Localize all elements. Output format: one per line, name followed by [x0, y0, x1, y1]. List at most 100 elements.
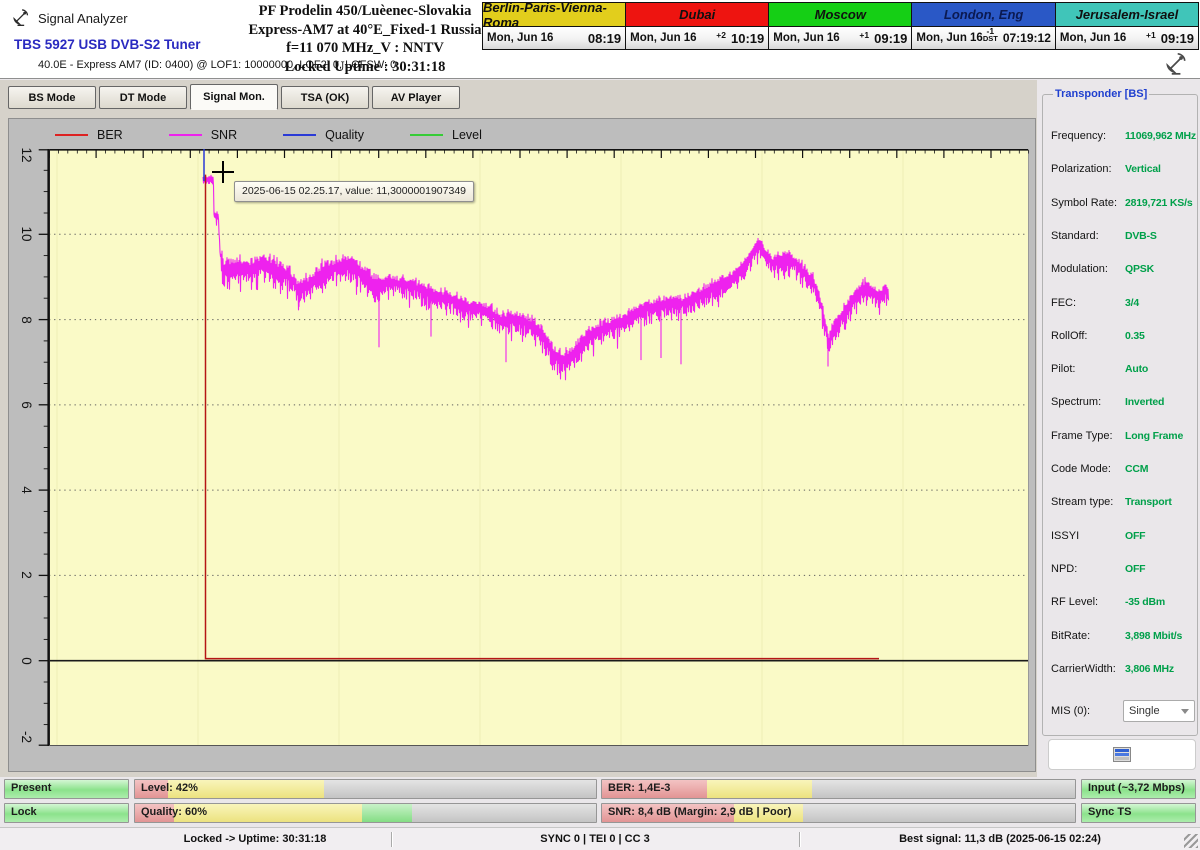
transponder-label: Frequency: — [1051, 130, 1106, 142]
header-line-3: f=11 070 MHz_V : NNTV — [248, 39, 482, 58]
world-clocks: Berlin-Paris-Vienna-RomaMon, Jun 1608:19… — [482, 2, 1199, 50]
transponder-row-frame-type: Frame Type: Long Frame — [1051, 427, 1191, 447]
transponder-label: NPD: — [1051, 563, 1077, 575]
clock-time: Mon, Jun 1608:19 — [483, 27, 625, 49]
header-line-2: Express-AM7 at 40°E_Fixed-1 Russia — [248, 21, 482, 40]
transponder-label: BitRate: — [1051, 630, 1090, 642]
transponder-row-carrierwidth: CarrierWidth:3,806 MHz — [1051, 660, 1191, 680]
mis-row: MIS (0): Single — [1051, 700, 1191, 722]
clock-city-label: Moscow — [769, 3, 911, 27]
mode-tabs: BS ModeDT ModeSignal Mon.TSA (OK)AV Play… — [8, 86, 460, 110]
transponder-row-npd: NPD: OFF — [1051, 560, 1191, 580]
y-axis-tick-label: 12 — [19, 145, 35, 165]
satellite-dish-icon — [1162, 50, 1188, 76]
chevron-down-icon — [1181, 709, 1189, 714]
signal-plot[interactable]: 2025-06-15 02.25.17, value: 11,300000190… — [49, 149, 1029, 746]
bar-quality-label: Quality: 60% — [141, 806, 207, 818]
transponder-panel: Transponder [BS] Frequency:11069,962 MHz… — [1042, 82, 1198, 777]
flag-present: Present — [4, 779, 129, 799]
transponder-label: Modulation: — [1051, 263, 1108, 275]
tab-dt-mode[interactable]: DT Mode — [99, 86, 187, 109]
bar-segment-green — [362, 804, 412, 822]
flag-present-label: Present — [11, 782, 51, 794]
tab-av-player[interactable]: AV Player — [372, 86, 460, 109]
transponder-label: Polarization: — [1051, 163, 1112, 175]
transponder-label: CarrierWidth: — [1051, 663, 1116, 675]
transponder-value: OFF — [1125, 563, 1145, 575]
chart-tooltip: 2025-06-15 02.25.17, value: 11,300000190… — [234, 181, 474, 202]
status-bar: Locked -> Uptime: 30:31:18 SYNC 0 | TEI … — [0, 827, 1200, 850]
transponder-value: Vertical — [1125, 163, 1161, 175]
clock-time: Mon, Jun 16+210:19 — [626, 27, 768, 49]
transponder-row-rf-level: RF Level: -35 dBm — [1051, 593, 1191, 613]
satellite-dish-icon — [10, 7, 30, 27]
flag-sync-ts-label: Sync TS — [1088, 806, 1131, 818]
crosshair-icon — [222, 161, 224, 183]
mis-select[interactable]: Single — [1123, 700, 1195, 722]
transponder-row-symbol-rate: Symbol Rate:2819,721 KS/s — [1051, 194, 1191, 214]
tab-bs-mode[interactable]: BS Mode — [8, 86, 96, 109]
clock-berlin-paris-vienna-roma: Berlin-Paris-Vienna-RomaMon, Jun 1608:19 — [483, 2, 626, 50]
legend-line — [55, 134, 88, 136]
transponder-value: QPSK — [1125, 263, 1154, 275]
clock-time: Mon, Jun 16+109:19 — [1056, 27, 1198, 49]
main-area: BS ModeDT ModeSignal Mon.TSA (OK)AV Play… — [0, 80, 1037, 777]
tuner-name: TBS 5927 USB DVB-S2 Tuner — [14, 37, 201, 52]
clock-london-eng: London, EngMon, Jun 16-1DST07:19:12 — [912, 2, 1056, 50]
clock-city-label: London, Eng — [912, 3, 1055, 27]
transponder-label: Spectrum: — [1051, 396, 1101, 408]
legend-item-snr: SNR — [169, 128, 237, 142]
transponder-row-pilot: Pilot:Auto — [1051, 360, 1191, 380]
flag-input-3-72-mbps-label: Input (~3,72 Mbps) — [1088, 782, 1185, 794]
clock-jerusalem-israel: Jerusalem-IsraelMon, Jun 16+109:19 — [1056, 2, 1199, 50]
transponder-value: Inverted — [1125, 396, 1164, 408]
transponder-row-issyi: ISSYIOFF — [1051, 527, 1191, 547]
clock-moscow: MoscowMon, Jun 16+109:19 — [769, 2, 912, 50]
bar-segment-yellow — [707, 780, 812, 798]
transponder-row-modulation: Modulation: QPSK — [1051, 260, 1191, 280]
tab-signal-mon[interactable]: Signal Mon. — [190, 84, 278, 110]
bar-quality: Quality: 60% — [134, 803, 597, 823]
clock-dubai: DubaiMon, Jun 16+210:19 — [626, 2, 769, 50]
transponder-value: 2819,721 KS/s — [1125, 197, 1192, 209]
transponder-value: 0.35 — [1125, 330, 1145, 342]
app-title: Signal Analyzer — [38, 11, 128, 26]
transponder-value: Long Frame — [1125, 430, 1183, 442]
transponder-value: 3/4 — [1125, 297, 1139, 309]
flag-lock-label: Lock — [11, 806, 37, 818]
list-icon — [1113, 747, 1131, 762]
stream-list-button[interactable] — [1048, 739, 1196, 770]
transponder-row-polarization: Polarization: Vertical — [1051, 160, 1191, 180]
legend-line — [283, 134, 316, 136]
bar-level-label: Level: 42% — [141, 782, 198, 794]
y-axis-tick-label: 6 — [19, 395, 35, 415]
transponder-row-code-mode: Code Mode:CCM — [1051, 460, 1191, 480]
legend-item-level: Level — [410, 128, 482, 142]
transponder-label: Code Mode: — [1051, 463, 1111, 475]
bar-ber-label: BER: 1,4E-3 — [608, 782, 670, 794]
bar-snr: SNR: 8,4 dB (Margin: 2,9 dB | Poor) — [601, 803, 1076, 823]
legend-label: BER — [97, 128, 123, 142]
transponder-label: RF Level: — [1051, 596, 1098, 608]
header-line-1: PF Prodelin 450/Luèenec-Slovakia — [248, 2, 482, 21]
transponder-value: -35 dBm — [1125, 596, 1165, 608]
y-axis-tick-label: 0 — [19, 651, 35, 671]
transponder-label: Standard: — [1051, 230, 1099, 242]
resize-grip[interactable] — [1184, 834, 1198, 848]
chart-legend: BERSNRQualityLevel — [55, 123, 482, 147]
y-axis-tick-label: 10 — [19, 224, 35, 244]
signal-analyzer-window: Signal Analyzer PF Prodelin 450/Luèenec-… — [0, 0, 1200, 850]
mis-label: MIS (0): — [1051, 705, 1090, 717]
clock-time: Mon, Jun 16-1DST07:19:12 — [912, 27, 1055, 49]
y-axis-tick-label: 4 — [19, 480, 35, 500]
legend-label: SNR — [211, 128, 237, 142]
status-best-signal: Best signal: 11,3 dB (2025-06-15 02:24) — [899, 833, 1101, 845]
transponder-label: Frame Type: — [1051, 430, 1113, 442]
transponder-row-bitrate: BitRate:3,898 Mbit/s — [1051, 627, 1191, 647]
legend-label: Level — [452, 128, 482, 142]
y-axis-tick-label: -2 — [19, 727, 35, 747]
bar-ber: BER: 1,4E-3 — [601, 779, 1076, 799]
tab-tsa-ok[interactable]: TSA (OK) — [281, 86, 369, 109]
lof-settings: 40.0E - Express AM7 (ID: 0400) @ LOF1: 1… — [38, 59, 396, 71]
transponder-label: ISSYI — [1051, 530, 1079, 542]
